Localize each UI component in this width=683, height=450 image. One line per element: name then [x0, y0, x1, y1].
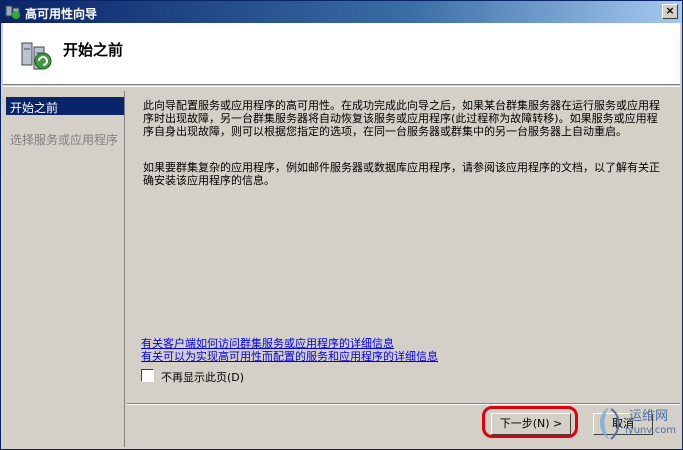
- wizard-header: 开始之前: [3, 23, 680, 85]
- cluster-app-icon: [5, 5, 20, 19]
- cluster-servers-icon: [21, 42, 52, 70]
- wizard-content: 此向导配置服务或应用程序的高可用性。在成功完成此向导之后，如果某台群集服务器在运…: [127, 91, 680, 401]
- watermark-logo-icon: [600, 407, 620, 440]
- wizard-window: 高可用性向导 × 开始之前 开始之前 选择服务或应用程序 此向导配置服务或应用程…: [0, 0, 683, 450]
- watermark-url: iyunv.com: [625, 425, 677, 436]
- dont-show-again-checkbox[interactable]: [141, 369, 154, 382]
- note-paragraph: 如果要群集复杂的应用程序，例如邮件服务器或数据库应用程序，请参阅该应用程序的文档…: [143, 161, 660, 187]
- services-info-link[interactable]: 有关可以为实现高可用性而配置的服务和应用程序的详细信息: [141, 348, 438, 364]
- watermark: 运维网 iyunv.com: [591, 401, 681, 449]
- dont-show-again-label[interactable]: 不再显示此页(D): [161, 369, 244, 385]
- next-button-highlight: [482, 406, 578, 438]
- title-bar[interactable]: 高可用性向导 ×: [1, 1, 682, 23]
- page-title: 开始之前: [63, 41, 124, 59]
- watermark-text: 运维网: [629, 409, 669, 424]
- wizard-steps-sidebar: 开始之前 选择服务或应用程序: [3, 91, 125, 447]
- sidebar-item-select-service: 选择服务或应用程序: [10, 133, 119, 147]
- sidebar-item-before-you-begin[interactable]: 开始之前: [6, 97, 124, 115]
- intro-paragraph: 此向导配置服务或应用程序的高可用性。在成功完成此向导之后，如果某台群集服务器在运…: [143, 99, 660, 138]
- window-title: 高可用性向导: [25, 7, 98, 21]
- close-button[interactable]: ×: [662, 4, 678, 19]
- header-divider: [3, 86, 680, 87]
